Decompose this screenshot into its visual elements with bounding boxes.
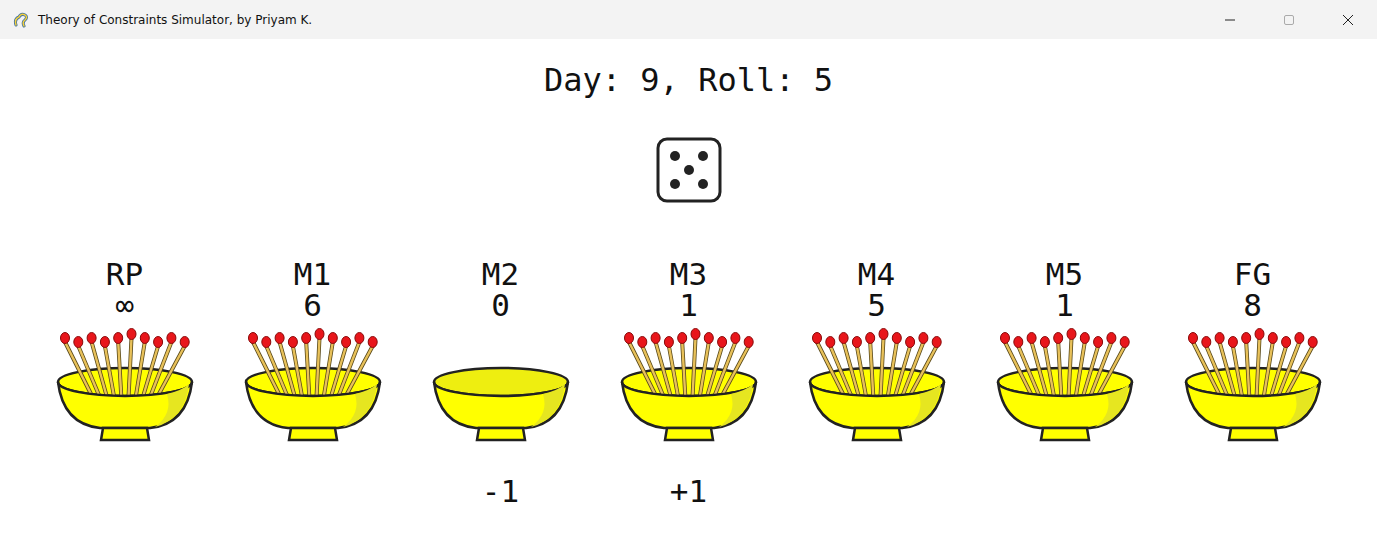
empty-bowl-icon (431, 324, 571, 444)
station-count: 8 (1243, 290, 1262, 321)
station-count: 6 (303, 290, 322, 321)
close-icon (1342, 14, 1354, 26)
window-title: Theory of Constraints Simulator, by Priy… (38, 13, 312, 27)
app-window: Theory of Constraints Simulator, by Priy… (0, 0, 1377, 540)
station-column: M1 6 (219, 259, 407, 509)
maximize-button (1259, 0, 1318, 39)
day-roll-header: Day: 9, Roll: 5 (544, 60, 833, 100)
bowl-with-matches-icon (243, 324, 383, 444)
station-label: M4 (858, 259, 895, 290)
bowl-with-matches-icon (807, 324, 947, 444)
station-column: FG 8 (1159, 259, 1347, 509)
station-label: M3 (670, 259, 707, 290)
minimize-icon (1224, 14, 1236, 26)
station-column: M4 5 (783, 259, 971, 509)
station-column: M3 1 +1 (595, 259, 783, 509)
station-column: RP ∞ (31, 259, 219, 509)
station-count: 5 (867, 290, 886, 321)
bowl-with-matches-icon (1183, 324, 1323, 444)
station-count: ∞ (115, 290, 134, 321)
pygame-snake-icon (12, 11, 30, 29)
station-label: RP (106, 259, 143, 290)
station-label: M5 (1046, 259, 1083, 290)
station-count: 0 (491, 290, 510, 321)
simulator-canvas: Day: 9, Roll: 5 RP ∞ M1 6 M2 0 -1M3 1 +1… (0, 39, 1377, 540)
station-change: +1 (670, 473, 707, 509)
minimize-button[interactable] (1200, 0, 1259, 39)
die-icon (656, 137, 722, 203)
bowl-row: RP ∞ M1 6 M2 0 -1M3 1 +1M4 5 M5 1 FG 8 (31, 259, 1347, 509)
station-label: M2 (482, 259, 519, 290)
station-column: M5 1 (971, 259, 1159, 509)
title-bar: Theory of Constraints Simulator, by Priy… (0, 0, 1377, 39)
station-count: 1 (679, 290, 698, 321)
bowl-with-matches-icon (995, 324, 1135, 444)
maximize-icon (1283, 14, 1295, 26)
bowl-with-matches-icon (55, 324, 195, 444)
station-change: -1 (482, 473, 519, 509)
station-label: M1 (294, 259, 331, 290)
station-column: M2 0 -1 (407, 259, 595, 509)
station-label: FG (1234, 259, 1271, 290)
close-button[interactable] (1318, 0, 1377, 39)
bowl-with-matches-icon (619, 324, 759, 444)
station-count: 1 (1055, 290, 1074, 321)
